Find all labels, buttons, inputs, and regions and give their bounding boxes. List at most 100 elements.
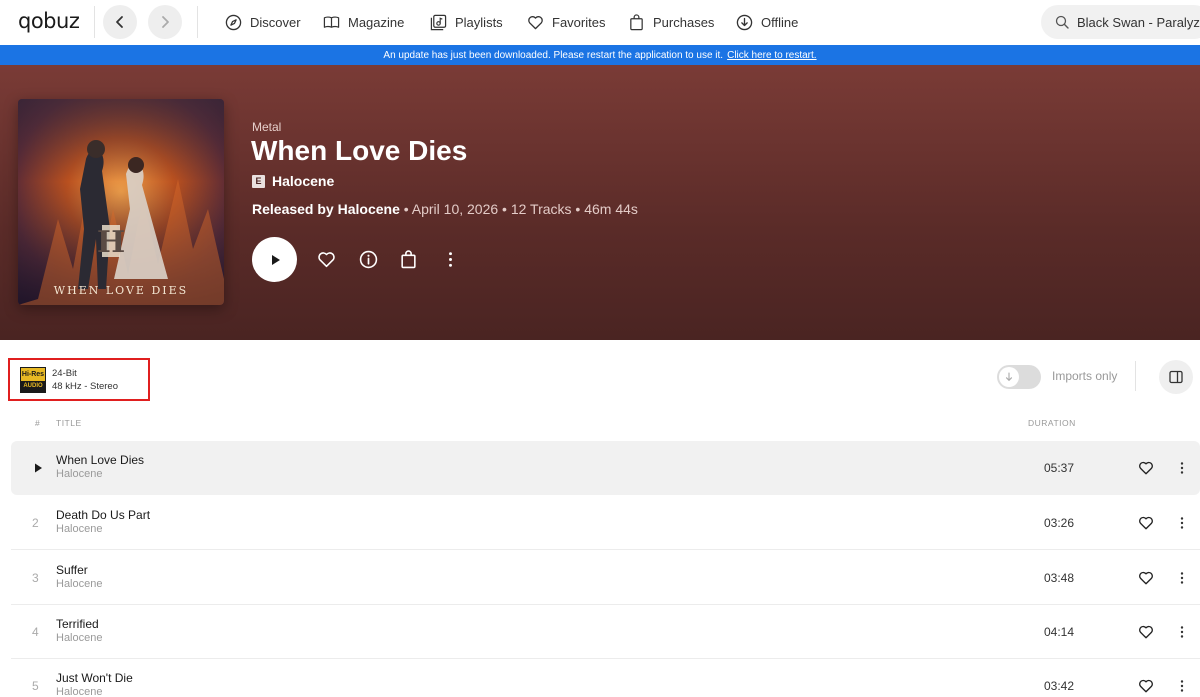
track-duration: 03:26 xyxy=(1044,516,1075,530)
track-more-button[interactable] xyxy=(1179,496,1185,550)
album-cover[interactable]: H WHEN LOVE DIES xyxy=(18,99,224,305)
banner-message: An update has just been downloaded. Plea… xyxy=(383,49,724,61)
side-panel-button[interactable] xyxy=(1159,360,1193,394)
imports-only-toggle[interactable] xyxy=(997,365,1041,389)
track-number: 5 xyxy=(32,679,39,693)
released-by-label: Released by xyxy=(252,201,334,217)
update-banner: An update has just been downloaded. Plea… xyxy=(0,45,1200,65)
kebab-menu-icon xyxy=(1180,626,1184,638)
nav-magazine[interactable]: Magazine xyxy=(323,0,404,45)
bag-icon xyxy=(400,249,416,268)
nav-label: Magazine xyxy=(348,15,405,30)
hi-res-badge-top: Hi-Res xyxy=(21,367,45,381)
sample-rate: 48 kHz - Stereo xyxy=(52,380,118,392)
search-value: Black Swan - Paralyzed xyxy=(1077,14,1200,30)
nav-playlists[interactable]: Playlists xyxy=(430,0,503,45)
search-input[interactable]: Black Swan - Paralyzed xyxy=(1041,5,1200,39)
nav-purchases[interactable]: Purchases xyxy=(628,0,714,45)
favorite-track-button[interactable] xyxy=(1138,496,1154,550)
track-row[interactable]: 2 Death Do Us Part Halocene 03:26 xyxy=(11,496,1200,550)
track-artist[interactable]: Halocene xyxy=(56,686,102,697)
chevron-right-icon xyxy=(162,16,169,28)
chevron-left-icon xyxy=(116,16,123,28)
info-icon xyxy=(359,250,377,268)
purchase-album-button[interactable] xyxy=(397,248,419,270)
explicit-badge: E xyxy=(252,174,265,188)
nav-label: Discover xyxy=(250,15,301,30)
heart-icon xyxy=(1139,679,1153,693)
hi-res-badge-bottom: AUDIO xyxy=(23,382,43,389)
kebab-menu-icon xyxy=(1180,462,1184,474)
album-genre[interactable]: Metal xyxy=(252,120,281,134)
nav-discover[interactable]: Discover xyxy=(225,0,301,45)
track-row[interactable]: 4 Terrified Halocene 04:14 xyxy=(11,605,1200,659)
favorite-album-button[interactable] xyxy=(315,248,337,270)
divider xyxy=(1135,361,1136,391)
album-title: When Love Dies xyxy=(251,135,468,166)
column-number: # xyxy=(35,418,41,428)
hi-res-audio-logo: Hi-Res AUDIO xyxy=(20,366,46,393)
track-number: 4 xyxy=(32,625,39,639)
record-label[interactable]: Halocene xyxy=(338,201,400,217)
nav-favorites[interactable]: Favorites xyxy=(527,0,605,45)
forward-button[interactable] xyxy=(148,5,182,39)
bag-icon xyxy=(630,14,643,31)
divider xyxy=(197,6,198,38)
track-artist[interactable]: Halocene xyxy=(56,578,102,590)
track-table-header: # TITLE DURATION xyxy=(0,418,1200,432)
cover-monogram: H xyxy=(97,225,125,260)
favorite-track-button[interactable] xyxy=(1138,441,1154,495)
play-icon xyxy=(271,254,280,265)
heart-icon xyxy=(1139,516,1153,530)
track-more-button[interactable] xyxy=(1179,605,1185,659)
track-artist[interactable]: Halocene xyxy=(56,523,102,535)
heart-icon xyxy=(528,16,543,30)
track-more-button[interactable] xyxy=(1179,659,1185,697)
toggle-knob xyxy=(999,367,1019,387)
track-row[interactable]: When Love Dies Halocene 05:37 xyxy=(11,441,1200,495)
back-button[interactable] xyxy=(103,5,137,39)
qobuz-logo[interactable]: qobuz xyxy=(18,9,80,33)
more-options-button[interactable] xyxy=(439,248,461,270)
artist-name: Halocene xyxy=(272,173,335,189)
playlist-icon xyxy=(430,14,447,31)
column-duration[interactable]: DURATION xyxy=(1028,418,1076,428)
restart-link[interactable]: Click here to restart. xyxy=(727,50,816,61)
search-icon xyxy=(1055,15,1069,29)
track-duration: 03:42 xyxy=(1044,679,1075,693)
favorite-track-button[interactable] xyxy=(1138,659,1154,697)
nav-label: Offline xyxy=(761,15,799,30)
play-album-button[interactable] xyxy=(252,237,297,282)
imports-only-label: Imports only xyxy=(1052,369,1118,383)
bit-depth: 24-Bit xyxy=(52,367,77,379)
track-more-button[interactable] xyxy=(1179,551,1185,605)
heart-icon xyxy=(1139,461,1153,475)
heart-icon xyxy=(1139,571,1153,585)
play-icon xyxy=(35,463,42,473)
favorite-track-button[interactable] xyxy=(1138,551,1154,605)
track-artist[interactable]: Halocene xyxy=(56,468,102,480)
track-more-button[interactable] xyxy=(1179,441,1185,495)
album-meta: Released by Halocene • April 10, 2026 • … xyxy=(252,201,638,217)
sidebar-panel-icon xyxy=(1169,370,1183,384)
arrow-down-icon xyxy=(1005,372,1013,382)
favorite-track-button[interactable] xyxy=(1138,605,1154,659)
nav-label: Favorites xyxy=(552,15,606,30)
kebab-menu-icon xyxy=(448,251,452,267)
compass-icon xyxy=(225,14,242,31)
track-row[interactable]: 3 Suffer Halocene 03:48 xyxy=(11,551,1200,605)
download-icon xyxy=(736,14,753,31)
track-artist[interactable]: Halocene xyxy=(56,632,102,644)
album-artist[interactable]: E Halocene xyxy=(252,173,334,189)
album-info-button[interactable] xyxy=(357,248,379,270)
track-title: Just Won't Die xyxy=(56,671,133,685)
album-art-image: H xyxy=(18,99,224,305)
top-navigation: qobuz Discover Magazine Playlists Favori… xyxy=(0,0,1200,45)
heart-icon xyxy=(317,251,335,267)
nav-offline[interactable]: Offline xyxy=(736,0,798,45)
play-track-button[interactable] xyxy=(32,441,44,495)
column-title[interactable]: TITLE xyxy=(56,418,82,428)
track-row[interactable]: 5 Just Won't Die Halocene 03:42 xyxy=(11,659,1200,697)
track-title: When Love Dies xyxy=(56,453,145,467)
nav-label: Playlists xyxy=(455,15,503,30)
